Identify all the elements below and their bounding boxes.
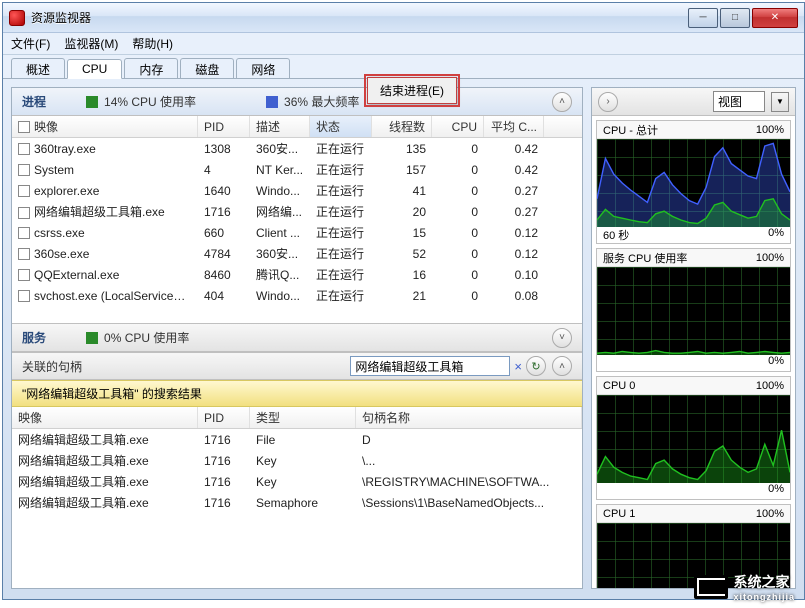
- chart-title-text: CPU 1: [603, 508, 635, 520]
- chart-max-label: 100%: [756, 380, 784, 392]
- tab-overview[interactable]: 概述: [11, 58, 65, 78]
- col-image[interactable]: 映像: [34, 118, 58, 135]
- hcol-pid[interactable]: PID: [198, 407, 250, 428]
- table-row[interactable]: QQExternal.exe 8460 腾讯Q... 正在运行 16 0 0.1…: [12, 264, 582, 285]
- watermark-url: xitongzhijia: [734, 592, 796, 602]
- processes-title: 进程: [22, 93, 46, 110]
- view-dropdown-icon[interactable]: ▼: [771, 92, 789, 112]
- table-row[interactable]: 网络编辑超级工具箱.exe 1716 Semaphore \Sessions\1…: [12, 492, 582, 513]
- table-row[interactable]: 360tray.exe 1308 360安... 正在运行 135 0 0.42: [12, 138, 582, 159]
- table-row[interactable]: 网络编辑超级工具箱.exe 1716 File D: [12, 429, 582, 450]
- table-row[interactable]: 360se.exe 4784 360安... 正在运行 52 0 0.12: [12, 243, 582, 264]
- view-select[interactable]: 视图: [713, 91, 765, 112]
- maximize-button[interactable]: □: [720, 8, 750, 28]
- handles-header[interactable]: 关联的句柄 × ↻ ˄: [12, 352, 582, 380]
- row-checkbox[interactable]: [18, 290, 30, 302]
- charts-toolbar: › 视图 ▼: [592, 88, 795, 116]
- search-results-banner: "网络编辑超级工具箱" 的搜索结果: [12, 380, 582, 407]
- table-row[interactable]: explorer.exe 1640 Windo... 正在运行 41 0 0.2…: [12, 180, 582, 201]
- chart-x-right: 0%: [768, 355, 784, 371]
- chart-max-label: 100%: [756, 124, 784, 136]
- row-checkbox[interactable]: [18, 207, 30, 219]
- chart-total: CPU - 总计 100% 60 秒 0%: [596, 120, 791, 244]
- menu-file[interactable]: 文件(F): [11, 35, 50, 52]
- table-row[interactable]: svchost.exe (LocalServiceN... 404 Windo.…: [12, 285, 582, 306]
- chart-x-right: 0%: [768, 227, 784, 243]
- table-row[interactable]: System 4 NT Ker... 正在运行 157 0 0.42: [12, 159, 582, 180]
- services-usage-label: 0% CPU 使用率: [104, 329, 189, 346]
- hcol-image[interactable]: 映像: [12, 407, 198, 428]
- col-cpu[interactable]: CPU: [432, 116, 484, 137]
- row-checkbox[interactable]: [18, 227, 30, 239]
- max-freq-swatch-icon: [266, 96, 278, 108]
- watermark-brand: 系统之家: [734, 574, 790, 590]
- tabbar: 概述 CPU 内存 磁盘 网络: [3, 55, 804, 79]
- max-freq-label: 36% 最大频率: [284, 93, 359, 110]
- chart-nav-icon[interactable]: ›: [598, 92, 618, 112]
- app-window: 资源监视器 ─ □ ✕ 文件(F) 监视器(M) 帮助(H) 概述 CPU 内存…: [2, 2, 805, 600]
- close-button[interactable]: ✕: [752, 8, 798, 28]
- refresh-icon[interactable]: ↻: [526, 356, 546, 376]
- col-status[interactable]: 状态: [310, 116, 372, 137]
- cpu-usage-swatch-icon: [86, 96, 98, 108]
- processes-table: 映像 PID 描述 状态 线程数 CPU 平均 C... 360tray.exe…: [12, 116, 582, 324]
- menubar: 文件(F) 监视器(M) 帮助(H): [3, 33, 804, 55]
- chart-title-text: CPU 0: [603, 380, 635, 392]
- tab-memory[interactable]: 内存: [124, 58, 178, 78]
- expand-services-icon[interactable]: ˅: [552, 328, 572, 348]
- collapse-handles-icon[interactable]: ˄: [552, 356, 572, 376]
- row-checkbox[interactable]: [18, 269, 30, 281]
- processes-header[interactable]: 进程 14% CPU 使用率 36% 最大频率 ˄: [12, 88, 582, 116]
- row-checkbox[interactable]: [18, 143, 30, 155]
- chart-x-right: 0%: [768, 483, 784, 499]
- row-checkbox[interactable]: [18, 185, 30, 197]
- table-row[interactable]: 网络编辑超级工具箱.exe 1716 Key \REGISTRY\MACHINE…: [12, 471, 582, 492]
- watermark-logo-icon: [694, 575, 728, 599]
- col-desc[interactable]: 描述: [250, 116, 310, 137]
- menu-monitor[interactable]: 监视器(M): [64, 35, 118, 52]
- minimize-button[interactable]: ─: [688, 8, 718, 28]
- row-checkbox[interactable]: [18, 164, 30, 176]
- chart-title-text: 服务 CPU 使用率: [603, 250, 687, 266]
- cpu-usage-label: 14% CPU 使用率: [104, 93, 196, 110]
- tab-cpu[interactable]: CPU: [67, 59, 122, 79]
- select-all-checkbox[interactable]: [18, 121, 30, 133]
- watermark: 系统之家 xitongzhijia: [694, 572, 796, 602]
- services-swatch-icon: [86, 332, 98, 344]
- handles-title: 关联的句柄: [22, 358, 82, 375]
- services-header[interactable]: 服务 0% CPU 使用率 ˅: [12, 324, 582, 352]
- table-row[interactable]: csrss.exe 660 Client ... 正在运行 15 0 0.12: [12, 222, 582, 243]
- row-checkbox[interactable]: [18, 248, 30, 260]
- hcol-name[interactable]: 句柄名称: [356, 407, 582, 428]
- chart-service: 服务 CPU 使用率 100% 0%: [596, 248, 791, 372]
- col-avg[interactable]: 平均 C...: [484, 116, 544, 137]
- chart-x-left: 60 秒: [603, 227, 629, 243]
- clear-search-icon[interactable]: ×: [514, 359, 522, 374]
- titlebar[interactable]: 资源监视器 ─ □ ✕: [3, 3, 804, 33]
- chart-cpu0: CPU 0 100% 0%: [596, 376, 791, 500]
- table-row[interactable]: 网络编辑超级工具箱.exe 1716 网络编... 正在运行 20 0 0.27: [12, 201, 582, 222]
- window-title: 资源监视器: [31, 9, 91, 26]
- col-threads[interactable]: 线程数: [372, 116, 432, 137]
- chart-title-text: CPU - 总计: [603, 122, 658, 138]
- tab-disk[interactable]: 磁盘: [180, 58, 234, 78]
- chart-max-label: 100%: [756, 252, 784, 264]
- chart-max-label: 100%: [756, 508, 784, 520]
- col-pid[interactable]: PID: [198, 116, 250, 137]
- context-menu-end-process[interactable]: 结束进程(E): [367, 77, 457, 104]
- collapse-processes-icon[interactable]: ˄: [552, 92, 572, 112]
- table-row[interactable]: 网络编辑超级工具箱.exe 1716 Key \...: [12, 450, 582, 471]
- menu-help[interactable]: 帮助(H): [132, 35, 173, 52]
- hcol-type[interactable]: 类型: [250, 407, 356, 428]
- handles-search-input[interactable]: [350, 356, 510, 376]
- tab-network[interactable]: 网络: [236, 58, 290, 78]
- app-icon: [9, 10, 25, 26]
- services-title: 服务: [22, 329, 46, 346]
